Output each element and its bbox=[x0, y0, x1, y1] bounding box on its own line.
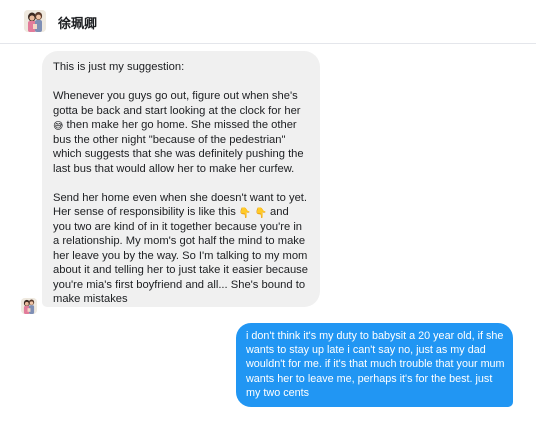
message-text: i don't think it's my duty to babysit a … bbox=[246, 330, 505, 399]
message-paragraph: Whenever you guys go out, figure out whe… bbox=[53, 89, 309, 176]
profile-photo-icon bbox=[21, 298, 37, 314]
conversation-header: 徐珮卿 bbox=[0, 0, 536, 44]
pointing-down-emoji-icon: 👇 bbox=[238, 208, 252, 219]
contact-avatar[interactable] bbox=[24, 10, 46, 32]
message-text: and you two are kind of in it together b… bbox=[53, 206, 308, 305]
message-sender-avatar[interactable] bbox=[21, 298, 37, 314]
incoming-message-bubble[interactable]: This is just my suggestion: Whenever you… bbox=[42, 51, 320, 307]
profile-photo-icon bbox=[24, 10, 46, 32]
sweat-smile-emoji-icon: 😅 bbox=[53, 121, 64, 132]
message-text: then make her go home. She missed the ot… bbox=[53, 119, 304, 175]
contact-name[interactable]: 徐珮卿 bbox=[58, 13, 97, 32]
pointing-down-emoji-icon: 👇 bbox=[254, 208, 267, 219]
message-paragraph: Send her home even when she doesn't want… bbox=[53, 191, 309, 307]
message-paragraph: This is just my suggestion: bbox=[53, 61, 185, 73]
message-text: Whenever you guys go out, figure out whe… bbox=[53, 90, 301, 117]
outgoing-message-bubble[interactable]: i don't think it's my duty to babysit a … bbox=[236, 323, 513, 407]
